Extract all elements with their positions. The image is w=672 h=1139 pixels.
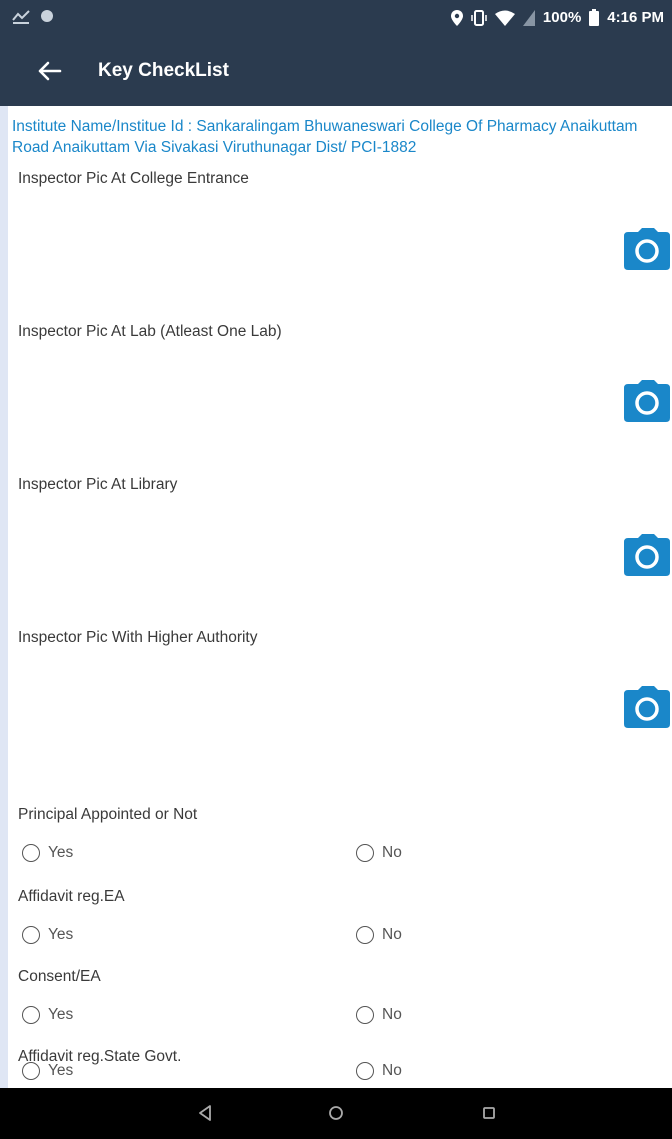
status-left-icons	[12, 8, 54, 24]
vibrate-icon	[471, 9, 487, 26]
nav-back-icon[interactable]	[192, 1100, 218, 1126]
photo-label-library: Inspector Pic At Library	[18, 476, 178, 493]
signal-icon	[522, 9, 535, 26]
radio-label-no: No	[382, 926, 402, 943]
camera-icon[interactable]	[624, 380, 670, 422]
radio-label-no: No	[382, 1006, 402, 1023]
checklist-form: Institute Name/Institue Id : Sankaraling…	[8, 106, 672, 1088]
radio-yes-affidavit-ea[interactable]: Yes	[22, 926, 73, 944]
photo-label-higher-authority: Inspector Pic With Higher Authority	[18, 629, 258, 646]
radio-label-no: No	[382, 1062, 402, 1079]
radio-group-principal: Yes No	[22, 844, 662, 872]
app-bar: Key CheckList	[0, 36, 672, 106]
location-icon	[450, 9, 463, 26]
radio-circle[interactable]	[356, 926, 374, 944]
radio-circle[interactable]	[22, 1006, 40, 1024]
wifi-icon	[494, 10, 515, 26]
radio-no-consent-ea[interactable]: No	[356, 1006, 402, 1024]
radio-label-yes: Yes	[48, 926, 74, 943]
question-principal-label: Principal Appointed or Not	[18, 806, 198, 823]
question-consent-ea-label: Consent/EA	[18, 968, 101, 985]
status-time: 4:16 PM	[607, 9, 664, 26]
back-arrow-icon[interactable]	[34, 56, 64, 86]
camera-icon[interactable]	[624, 686, 670, 728]
radio-yes-affidavit-state[interactable]: Yes	[22, 1062, 73, 1080]
radio-group-affidavit-state: Yes No	[22, 1062, 662, 1088]
sync-icon	[41, 10, 53, 22]
radio-yes-principal[interactable]: Yes	[22, 844, 73, 862]
radio-group-consent-ea: Yes No	[22, 1006, 662, 1034]
radio-no-affidavit-state[interactable]: No	[356, 1062, 402, 1080]
status-bar: 100% 4:16 PM	[0, 0, 672, 36]
nav-home-icon[interactable]	[323, 1100, 349, 1126]
radio-no-principal[interactable]: No	[356, 844, 402, 862]
radio-circle[interactable]	[356, 844, 374, 862]
photo-label-college-entrance: Inspector Pic At College Entrance	[18, 170, 249, 187]
radio-circle[interactable]	[356, 1062, 374, 1080]
radio-circle[interactable]	[356, 1006, 374, 1024]
camera-icon[interactable]	[624, 228, 670, 270]
battery-percent: 100%	[542, 9, 582, 26]
institute-info: Institute Name/Institue Id : Sankaraling…	[12, 118, 638, 156]
nav-recent-apps-icon[interactable]	[476, 1100, 502, 1126]
radio-circle[interactable]	[22, 844, 40, 862]
page-title: Key CheckList	[98, 60, 229, 81]
radio-label-yes: Yes	[48, 1006, 74, 1023]
radio-yes-consent-ea[interactable]: Yes	[22, 1006, 73, 1024]
radio-group-affidavit-ea: Yes No	[22, 926, 662, 954]
radio-label-no: No	[382, 844, 402, 861]
radio-label-yes: Yes	[48, 844, 74, 861]
notification-icon	[12, 10, 30, 24]
photo-label-lab: Inspector Pic At Lab (Atleast One Lab)	[18, 323, 282, 340]
radio-label-yes: Yes	[48, 1062, 74, 1079]
radio-circle[interactable]	[22, 926, 40, 944]
radio-circle[interactable]	[22, 1062, 40, 1080]
question-affidavit-ea-label: Affidavit reg.EA	[18, 888, 125, 905]
camera-icon[interactable]	[624, 534, 670, 576]
status-right-icons: 100% 4:16 PM	[450, 9, 664, 26]
battery-icon	[589, 9, 600, 26]
system-nav-bar	[0, 1088, 672, 1139]
radio-no-affidavit-ea[interactable]: No	[356, 926, 402, 944]
